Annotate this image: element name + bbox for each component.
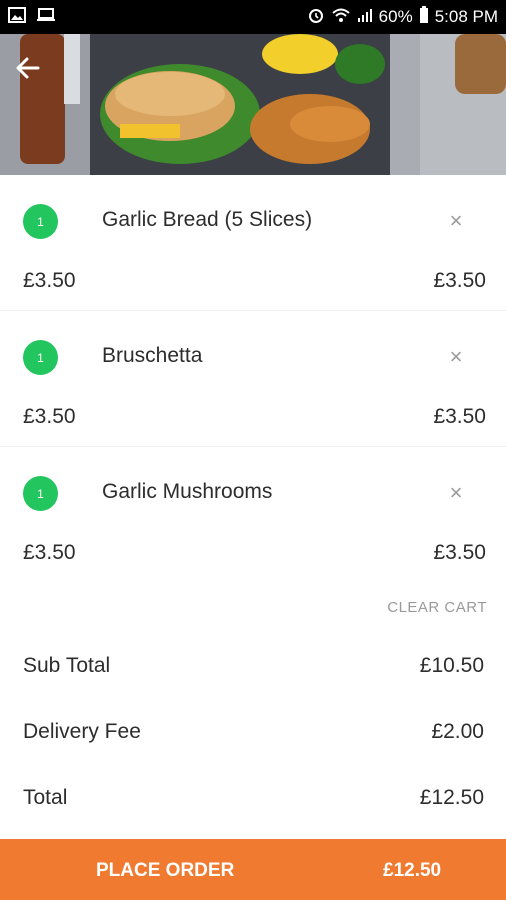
item-unit-price: £3.50 (23, 269, 76, 292)
subtotal-label: Sub Total (23, 654, 111, 677)
alarm-icon (307, 6, 325, 29)
back-button[interactable] (14, 54, 58, 98)
cart-item-list: 1 Garlic Bread (5 Slices) × £3.50 £3.50 … (0, 175, 506, 583)
quantity-badge[interactable]: 1 (23, 340, 58, 375)
place-order-label: PLACE ORDER (96, 860, 235, 881)
subtotal-value: £10.50 (419, 654, 484, 677)
image-icon (8, 6, 26, 28)
clock-time: 5:08 PM (434, 7, 498, 26)
quantity-badge[interactable]: 1 (23, 204, 58, 239)
hero-food-image (0, 34, 506, 175)
item-line-total: £3.50 (433, 541, 486, 564)
quantity-badge[interactable]: 1 (23, 476, 58, 511)
remove-item-icon[interactable]: × (440, 205, 472, 237)
battery-icon (419, 5, 429, 29)
subtotal-row: Sub Total £10.50 (23, 654, 484, 678)
laptop-icon (36, 7, 56, 28)
food-illustration (0, 34, 506, 175)
total-label: Total (23, 786, 68, 809)
arrow-left-icon (16, 57, 40, 79)
item-line-total: £3.50 (433, 405, 486, 428)
place-order-amount: £12.50 (383, 860, 442, 881)
item-name: Garlic Bread (5 Slices) (102, 208, 313, 231)
item-name: Bruschetta (102, 344, 203, 367)
total-value: £12.50 (419, 786, 484, 809)
battery-percent: 60% (378, 7, 413, 26)
remove-item-icon[interactable]: × (440, 477, 472, 509)
delivery-fee-label: Delivery Fee (23, 720, 141, 743)
total-row: Total £12.50 (23, 786, 484, 810)
item-line-total: £3.50 (433, 269, 486, 292)
item-unit-price: £3.50 (23, 541, 76, 564)
remove-item-icon[interactable]: × (440, 341, 472, 373)
status-bar: 60% 5:08 PM (0, 0, 506, 34)
wifi-icon (331, 7, 351, 28)
cart-item: 1 Garlic Bread (5 Slices) × £3.50 £3.50 (0, 175, 506, 311)
signal-icon (357, 7, 373, 28)
delivery-fee-row: Delivery Fee £2.00 (23, 720, 484, 744)
delivery-fee-value: £2.00 (431, 720, 484, 743)
cart-item: 1 Bruschetta × £3.50 £3.50 (0, 311, 506, 447)
item-name: Garlic Mushrooms (102, 480, 273, 503)
cart-item: 1 Garlic Mushrooms × £3.50 £3.50 (0, 447, 506, 583)
item-unit-price: £3.50 (23, 405, 76, 428)
place-order-button[interactable]: PLACE ORDER £12.50 (0, 839, 506, 900)
clear-cart-button[interactable]: CLEAR CART (387, 599, 487, 616)
